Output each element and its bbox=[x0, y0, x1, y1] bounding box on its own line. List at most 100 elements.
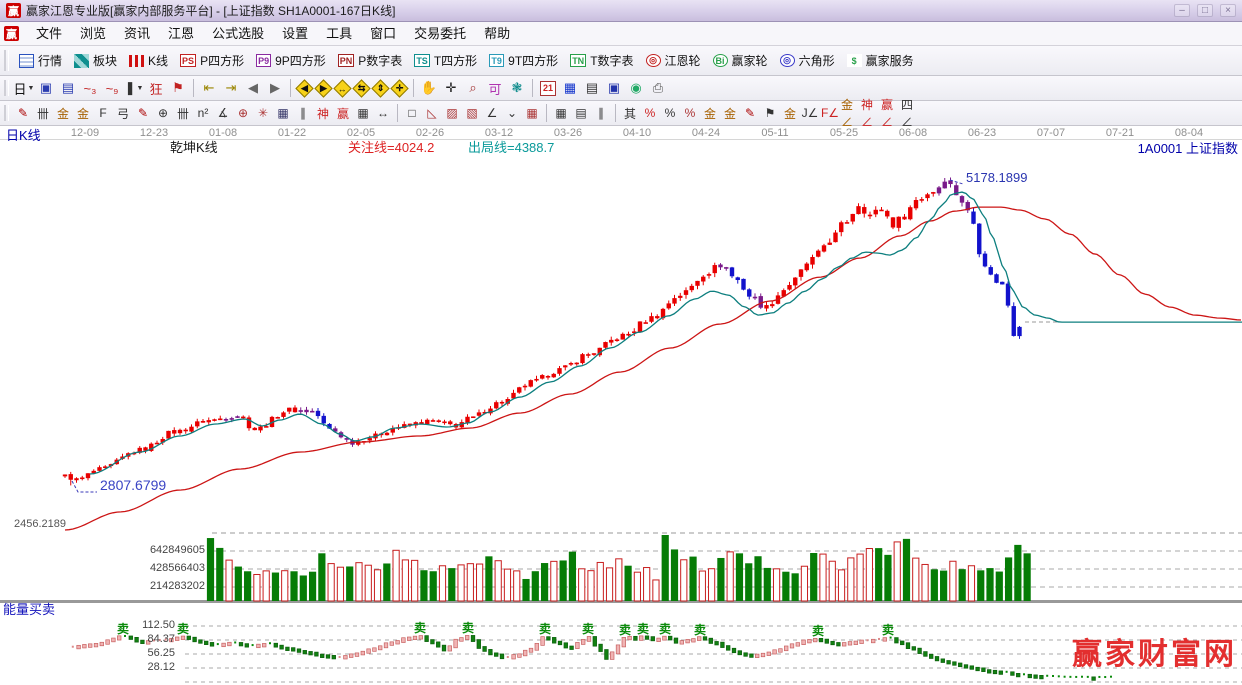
draw-tool-18-icon[interactable]: ↔ bbox=[373, 104, 393, 123]
crosshair-icon[interactable]: ✛ bbox=[440, 78, 462, 98]
draw-tool-20-icon[interactable]: □ bbox=[402, 104, 422, 123]
draw-tool-23-icon[interactable]: ▧ bbox=[462, 104, 482, 123]
menu-item-7[interactable]: 窗口 bbox=[361, 22, 405, 45]
tool-行情-button[interactable]: 行情 bbox=[13, 49, 68, 72]
draw-tool-16-icon[interactable]: 赢 bbox=[333, 104, 353, 123]
maximize-button[interactable]: □ bbox=[1197, 4, 1213, 17]
draw-tool-13-icon[interactable]: ▦ bbox=[273, 104, 293, 123]
draw-tool-4-icon[interactable]: F bbox=[93, 104, 113, 123]
draw-tool-11-icon[interactable]: ⊕ bbox=[233, 104, 253, 123]
candle-style-icon[interactable]: ❚▼ bbox=[123, 78, 145, 98]
menu-item-6[interactable]: 工具 bbox=[317, 22, 361, 45]
kline-canvas[interactable] bbox=[0, 126, 1242, 685]
next-bar-icon[interactable]: ▶ bbox=[264, 78, 286, 98]
net-chart-icon[interactable]: ▣ bbox=[35, 78, 57, 98]
close-button[interactable]: × bbox=[1220, 4, 1236, 17]
save-icon[interactable]: ▣ bbox=[603, 78, 625, 98]
draw-tool-33-icon[interactable]: % bbox=[640, 104, 660, 123]
menu-item-0[interactable]: 文件 bbox=[27, 22, 71, 45]
draw-tool-28-icon[interactable]: ▦ bbox=[551, 104, 571, 123]
draw-tool-5-icon[interactable]: 弓 bbox=[113, 104, 133, 123]
draw-tool-32-icon[interactable]: 其 bbox=[620, 104, 640, 123]
window-titlebar[interactable]: 赢 赢家江恩专业版[赢家内部服务平台] - [上证指数 SH1A0001-167… bbox=[0, 0, 1242, 22]
draw-tool-45-icon[interactable]: 赢∠ bbox=[880, 104, 900, 123]
print-icon[interactable]: ⎙ bbox=[647, 78, 669, 98]
menu-item-2[interactable]: 资讯 bbox=[115, 22, 159, 45]
tool-六角形-button[interactable]: ◎六角形 bbox=[774, 49, 841, 72]
last-bar-icon[interactable]: ⇥ bbox=[220, 78, 242, 98]
draw-tool-1-icon[interactable]: 卌 bbox=[33, 104, 53, 123]
kline-period-icon[interactable]: 日▼ bbox=[13, 78, 35, 98]
draw-tool-42-icon[interactable]: F∠ bbox=[820, 104, 840, 123]
shift-left-icon[interactable]: ◀ bbox=[295, 79, 313, 97]
draw-tool-17-icon[interactable]: ▦ bbox=[353, 104, 373, 123]
draw-tool-40-icon[interactable]: 金 bbox=[780, 104, 800, 123]
expand-h-icon[interactable]: ↔ bbox=[333, 79, 351, 97]
draw-tool-9-icon[interactable]: n² bbox=[193, 104, 213, 123]
menu-item-9[interactable]: 帮助 bbox=[475, 22, 519, 45]
menu-item-4[interactable]: 公式选股 bbox=[203, 22, 273, 45]
tool-江恩轮-button[interactable]: ◎江恩轮 bbox=[640, 49, 707, 72]
wave-3-icon[interactable]: ~₃ bbox=[79, 78, 101, 98]
smart-icon[interactable]: ❃ bbox=[506, 78, 528, 98]
expand-v-icon[interactable]: ⇕ bbox=[371, 79, 389, 97]
draw-tool-38-icon[interactable]: ✎ bbox=[740, 104, 760, 123]
draw-tool-8-icon[interactable]: 卌 bbox=[173, 104, 193, 123]
flag-icon[interactable]: ⚑ bbox=[167, 78, 189, 98]
draw-tool-34-icon[interactable]: % bbox=[660, 104, 680, 123]
draw-tool-7-icon[interactable]: ⊕ bbox=[153, 104, 173, 123]
menu-item-3[interactable]: 江恩 bbox=[159, 22, 203, 45]
draw-tool-39-icon[interactable]: ⚑ bbox=[760, 104, 780, 123]
tool-9P四方形-button[interactable]: P99P四方形 bbox=[250, 49, 332, 72]
draw-tool-10-icon[interactable]: ∡ bbox=[213, 104, 233, 123]
draw-tool-6-icon[interactable]: ✎ bbox=[133, 104, 153, 123]
draw-tool-41-icon[interactable]: J∠ bbox=[800, 104, 820, 123]
menu-item-1[interactable]: 浏览 bbox=[71, 22, 115, 45]
report-icon[interactable]: ▤ bbox=[57, 78, 79, 98]
draw-tool-35-icon[interactable]: % bbox=[680, 104, 700, 123]
calculator-icon[interactable]: ▦ bbox=[559, 78, 581, 98]
stamp-icon[interactable]: 可 bbox=[484, 78, 506, 98]
draw-tool-44-icon[interactable]: 神∠ bbox=[860, 104, 880, 123]
draw-tool-22-icon[interactable]: ▨ bbox=[442, 104, 462, 123]
draw-tool-25-icon[interactable]: ⌄ bbox=[502, 104, 522, 123]
tool-K线-button[interactable]: K线 bbox=[123, 49, 174, 72]
tool-赢家服务-button[interactable]: $赢家服务 bbox=[841, 49, 920, 72]
menu-item-5[interactable]: 设置 bbox=[273, 22, 317, 45]
menu-item-8[interactable]: 交易委托 bbox=[405, 22, 475, 45]
draw-tool-2-icon[interactable]: 金 bbox=[53, 104, 73, 123]
web-icon[interactable]: ◉ bbox=[625, 78, 647, 98]
tool-T四方形-button[interactable]: TST四方形 bbox=[408, 49, 483, 72]
zoom-tool-icon[interactable]: ⌕ bbox=[462, 78, 484, 98]
draw-tool-30-icon[interactable]: ∥ bbox=[591, 104, 611, 123]
draw-tool-43-icon[interactable]: 金∠ bbox=[840, 104, 860, 123]
draw-tool-15-icon[interactable]: 神 bbox=[313, 104, 333, 123]
tool-P数字表-button[interactable]: PNP数字表 bbox=[332, 49, 409, 72]
shift-right-icon[interactable]: ▶ bbox=[314, 79, 332, 97]
draw-tool-14-icon[interactable]: ∥ bbox=[293, 104, 313, 123]
tool-赢家轮-button[interactable]: Bi赢家轮 bbox=[707, 49, 774, 72]
hand-tool-icon[interactable]: ✋ bbox=[418, 78, 440, 98]
minimize-button[interactable]: – bbox=[1174, 4, 1190, 17]
draw-tool-12-icon[interactable]: ✳ bbox=[253, 104, 273, 123]
tool-T数字表-button[interactable]: TNT数字表 bbox=[564, 49, 639, 72]
draw-tool-0-icon[interactable]: ✎ bbox=[13, 104, 33, 123]
tool-P四方形-button[interactable]: PSP四方形 bbox=[174, 49, 250, 72]
draw-tool-21-icon[interactable]: ◺ bbox=[422, 104, 442, 123]
kuang-icon[interactable]: 狂 bbox=[145, 78, 167, 98]
calendar-icon[interactable]: 21 bbox=[537, 78, 559, 98]
draw-tool-46-icon[interactable]: 四∠ bbox=[900, 104, 920, 123]
tool-板块-button[interactable]: 板块 bbox=[68, 49, 123, 72]
prev-bar-icon[interactable]: ◀ bbox=[242, 78, 264, 98]
notes-icon[interactable]: ▤ bbox=[581, 78, 603, 98]
draw-tool-36-icon[interactable]: 金 bbox=[700, 104, 720, 123]
wave-9-icon[interactable]: ~₉ bbox=[101, 78, 123, 98]
draw-tool-29-icon[interactable]: ▤ bbox=[571, 104, 591, 123]
draw-tool-37-icon[interactable]: 金 bbox=[720, 104, 740, 123]
fit-all-icon[interactable]: ✛ bbox=[390, 79, 408, 97]
first-bar-icon[interactable]: ⇤ bbox=[198, 78, 220, 98]
chart-area[interactable]: 日K线 乾坤K线 关注线=4024.2 出局线=4388.7 1A0001 上证… bbox=[0, 126, 1242, 685]
draw-tool-26-icon[interactable]: ▦ bbox=[522, 104, 542, 123]
tool-9T四方形-button[interactable]: T99T四方形 bbox=[483, 49, 564, 72]
draw-tool-3-icon[interactable]: 金 bbox=[73, 104, 93, 123]
